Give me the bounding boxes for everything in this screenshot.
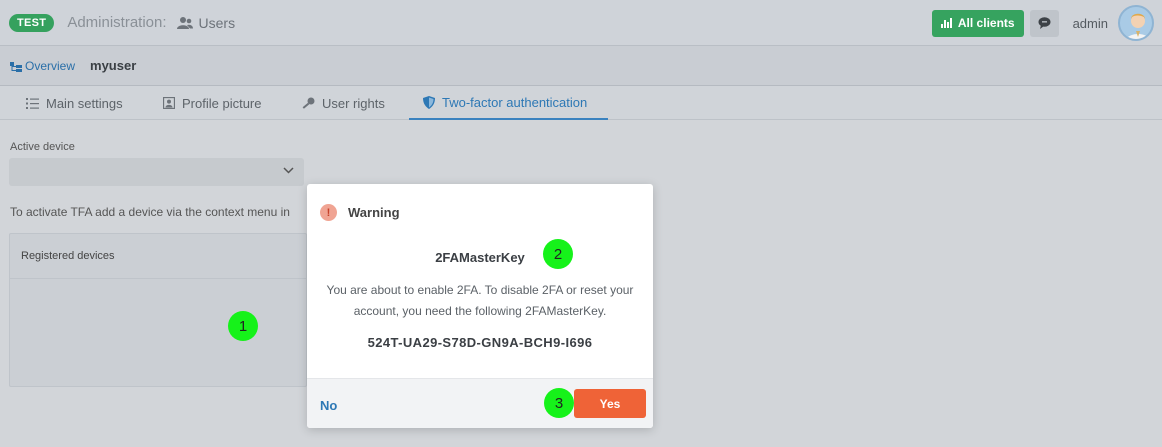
annotation-marker-2: 2	[543, 239, 573, 269]
tab-label: Profile picture	[182, 95, 262, 111]
env-badge: TEST	[9, 13, 55, 32]
tab-main-settings[interactable]: Main settings	[26, 86, 123, 120]
tab-label: Two-factor authentication	[442, 94, 588, 110]
avatar[interactable]	[1118, 5, 1154, 41]
chevron-down-icon	[283, 167, 294, 174]
active-device-select[interactable]	[9, 158, 304, 186]
list-icon	[26, 97, 39, 109]
dialog-title: Warning	[348, 205, 400, 220]
key-icon	[302, 97, 315, 109]
annotation-marker-1: 1	[228, 311, 258, 341]
tab-two-factor-authentication[interactable]: Two-factor authentication	[409, 86, 608, 120]
user-name[interactable]: admin	[1073, 16, 1108, 31]
tfa-hint: To activate TFA add a device via the con…	[10, 205, 290, 219]
tab-user-rights[interactable]: User rights	[302, 86, 385, 120]
master-key-title: 2FAMasterKey	[435, 250, 525, 265]
active-device-label: Active device	[10, 141, 75, 153]
yes-button[interactable]: Yes	[574, 389, 646, 418]
tab-label: Main settings	[46, 95, 123, 111]
breadcrumb-current: myuser	[90, 58, 137, 73]
no-button[interactable]: No	[320, 398, 337, 413]
all-clients-label: All clients	[957, 16, 1015, 30]
portrait-icon	[163, 97, 175, 109]
hierarchy-icon	[10, 61, 22, 72]
dialog-message: You are about to enable 2FA. To disable …	[326, 283, 634, 318]
tab-profile-picture[interactable]: Profile picture	[163, 86, 261, 120]
tab-bar: Main settings Profile picture User right…	[0, 86, 1162, 120]
warning-icon: !	[320, 204, 337, 221]
annotation-marker-3: 3	[544, 388, 574, 418]
registered-devices-panel[interactable]: Registered devices	[9, 233, 307, 387]
top-bar: TEST Administration: Users All clients a…	[0, 0, 1162, 46]
breadcrumb-overview-label: Overview	[25, 58, 76, 73]
dialog-header: ! Warning	[320, 204, 400, 221]
shield-icon	[423, 95, 435, 109]
registered-devices-header: Registered devices	[10, 234, 306, 279]
chat-button[interactable]	[1029, 9, 1059, 37]
dialog-footer: No Yes	[307, 378, 653, 428]
breadcrumb-overview-link[interactable]: Overview	[10, 59, 75, 73]
master-key-code: 524T-UA29-S78D-GN9A-BCH9-I696	[367, 335, 593, 350]
chat-icon	[1038, 17, 1051, 29]
breadcrumb: Overview myuser	[0, 46, 1162, 86]
section-title: Administration:	[67, 14, 167, 31]
tab-label: User rights	[322, 95, 385, 111]
bar-chart-icon	[940, 18, 953, 28]
users-icon	[176, 16, 193, 30]
all-clients-button[interactable]: All clients	[931, 9, 1024, 37]
page-title: Users	[198, 14, 236, 31]
warning-dialog: ! Warning 2FAMasterKey You are about to …	[307, 184, 653, 428]
